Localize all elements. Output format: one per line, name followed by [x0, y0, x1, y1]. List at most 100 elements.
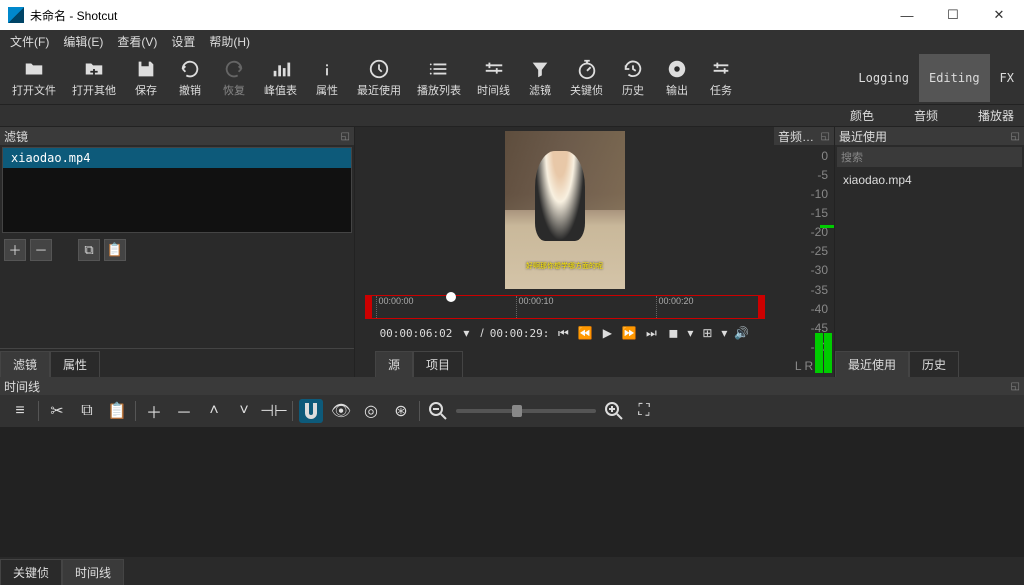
- timeline-section: 时间线 ◱ ≡ ✂ ⧉ 📋 ＋ － ˄ ˅ ⊣⊢ 👁 ◎ ⊛ ⛶ 关键侦 时间线: [0, 377, 1024, 585]
- audio-meter: 0 -5 -10 -15 -20 -25 -30 -35 -40 -45 -50…: [774, 145, 834, 377]
- mode-logging[interactable]: Logging: [848, 54, 919, 102]
- recent-item[interactable]: xiaodao.mp4: [843, 173, 1016, 187]
- mode-editing[interactable]: Editing: [919, 54, 990, 102]
- add-filter-button[interactable]: ＋: [4, 239, 26, 261]
- undo-icon: [179, 58, 201, 80]
- audio-panel-title: 音频…: [778, 128, 814, 145]
- copy-icon[interactable]: ⧉: [75, 399, 99, 423]
- undock-icon[interactable]: ◱: [1011, 381, 1020, 392]
- undo-button[interactable]: 撤销: [168, 54, 212, 102]
- video-preview[interactable]: 好啊那你想学哪方面的呢: [505, 131, 625, 289]
- tab-project[interactable]: 项目: [413, 351, 463, 377]
- maximize-button[interactable]: ☐: [930, 0, 976, 30]
- timeline-tracks[interactable]: [0, 427, 1024, 557]
- remove-icon[interactable]: －: [172, 399, 196, 423]
- cut-icon[interactable]: ✂: [45, 399, 69, 423]
- snap-icon[interactable]: [299, 399, 323, 423]
- playlist-button[interactable]: 播放列表: [409, 54, 469, 102]
- peak-button[interactable]: 峰值表: [256, 54, 305, 102]
- filters-button[interactable]: 滤镜: [518, 54, 562, 102]
- timeline-title: 时间线: [4, 378, 40, 395]
- menu-help[interactable]: 帮助(H): [203, 31, 256, 52]
- rewind-icon[interactable]: ⏪: [577, 325, 593, 341]
- time-ruler[interactable]: 00:00:00 00:00:10 00:00:20: [365, 295, 765, 319]
- filter-panel-title: 滤镜: [4, 128, 28, 145]
- paste-filter-button[interactable]: 📋: [104, 239, 126, 261]
- mode-audio[interactable]: 音频: [914, 107, 938, 124]
- lift-icon[interactable]: ˄: [202, 399, 226, 423]
- copy-filter-button[interactable]: ⧉: [78, 239, 100, 261]
- volume-icon[interactable]: 🔊: [733, 325, 749, 341]
- forward-icon[interactable]: ⏩: [621, 325, 637, 341]
- tab-source[interactable]: 源: [375, 351, 413, 377]
- playhead[interactable]: [446, 292, 456, 302]
- zoom-icon[interactable]: ◼: [665, 325, 681, 341]
- ripple-icon[interactable]: ◎: [359, 399, 383, 423]
- tl-menu-icon[interactable]: ≡: [8, 399, 32, 423]
- recent-button[interactable]: 最近使用: [349, 54, 409, 102]
- zoom-fit-icon[interactable]: ⛶: [632, 399, 656, 423]
- skip-end-icon[interactable]: ⏭: [643, 325, 659, 341]
- grid-icon[interactable]: ⊞: [699, 325, 715, 341]
- jobs-button[interactable]: 任务: [699, 54, 743, 102]
- paste-icon[interactable]: 📋: [105, 399, 129, 423]
- zoom-in-icon[interactable]: [602, 399, 626, 423]
- undock-icon[interactable]: ◱: [821, 131, 830, 142]
- undock-icon[interactable]: ◱: [341, 131, 350, 142]
- undock-icon[interactable]: ◱: [1011, 131, 1020, 142]
- save-icon: [135, 58, 157, 80]
- tab-history[interactable]: 历史: [909, 351, 959, 377]
- mode-color[interactable]: 颜色: [850, 107, 874, 124]
- timeline-button[interactable]: 时间线: [469, 54, 518, 102]
- skip-start-icon[interactable]: ⏮: [555, 325, 571, 341]
- stopwatch-icon: [576, 58, 598, 80]
- keyframes-button[interactable]: 关键侦: [562, 54, 611, 102]
- properties-button[interactable]: 属性: [305, 54, 349, 102]
- tab-keyframes[interactable]: 关键侦: [0, 559, 62, 585]
- folder-icon: [23, 58, 45, 80]
- tab-recent[interactable]: 最近使用: [835, 351, 909, 377]
- play-controls: 00:00:06:02 ▾ / 00:00:29: ⏮ ⏪ ▶ ⏩ ⏭ ◼ ▾ …: [380, 325, 750, 341]
- minimize-button[interactable]: —: [884, 0, 930, 30]
- search-input[interactable]: 搜索: [837, 147, 1022, 167]
- mode-player[interactable]: 播放器: [978, 107, 1014, 124]
- tab-filters[interactable]: 滤镜: [0, 351, 50, 377]
- overwrite-icon[interactable]: ˅: [232, 399, 256, 423]
- export-button[interactable]: 输出: [655, 54, 699, 102]
- menu-file[interactable]: 文件(F): [4, 31, 55, 52]
- list-icon: [428, 58, 450, 80]
- play-icon[interactable]: ▶: [599, 325, 615, 341]
- split-icon[interactable]: ⊣⊢: [262, 399, 286, 423]
- history-button[interactable]: 历史: [611, 54, 655, 102]
- redo-button[interactable]: 恢复: [212, 54, 256, 102]
- save-button[interactable]: 保存: [124, 54, 168, 102]
- remove-filter-button[interactable]: －: [30, 239, 52, 261]
- time-down-icon[interactable]: ▾: [458, 325, 474, 341]
- close-button[interactable]: ✕: [976, 0, 1022, 30]
- recent-panel: 最近使用◱ 搜索 xiaodao.mp4 最近使用 历史: [834, 127, 1024, 377]
- selected-clip-name[interactable]: xiaodao.mp4: [3, 148, 351, 168]
- zoom-slider[interactable]: [456, 409, 596, 413]
- preview-panel: 好啊那你想学哪方面的呢 00:00:00 00:00:10 00:00:20 0…: [355, 127, 774, 377]
- main-area: 滤镜 ◱ xiaodao.mp4 ＋ － ⧉ 📋 滤镜 属性 好啊那你想学哪方面的…: [0, 127, 1024, 377]
- toolbar-row2: 颜色 音频 播放器: [0, 105, 1024, 127]
- menu-view[interactable]: 查看(V): [111, 31, 163, 52]
- mode-fx[interactable]: FX: [990, 54, 1024, 102]
- current-time[interactable]: 00:00:06:02: [380, 327, 453, 340]
- ripple-all-icon[interactable]: ⊛: [389, 399, 413, 423]
- open-file-button[interactable]: 打开文件: [4, 54, 64, 102]
- info-icon: [316, 58, 338, 80]
- scrub-icon[interactable]: 👁: [329, 399, 353, 423]
- menubar: 文件(F) 编辑(E) 查看(V) 设置 帮助(H): [0, 30, 1024, 52]
- tab-timeline[interactable]: 时间线: [62, 559, 124, 585]
- open-other-button[interactable]: 打开其他: [64, 54, 124, 102]
- menu-edit[interactable]: 编辑(E): [57, 31, 109, 52]
- timeline-icon: [483, 58, 505, 80]
- filter-list[interactable]: xiaodao.mp4: [2, 147, 352, 233]
- menu-settings[interactable]: 设置: [165, 31, 201, 52]
- append-icon[interactable]: ＋: [142, 399, 166, 423]
- tab-properties[interactable]: 属性: [50, 351, 100, 377]
- video-subtitle: 好啊那你想学哪方面的呢: [505, 261, 625, 271]
- zoom-out-icon[interactable]: [426, 399, 450, 423]
- titlebar: 未命名 - Shotcut — ☐ ✕: [0, 0, 1024, 30]
